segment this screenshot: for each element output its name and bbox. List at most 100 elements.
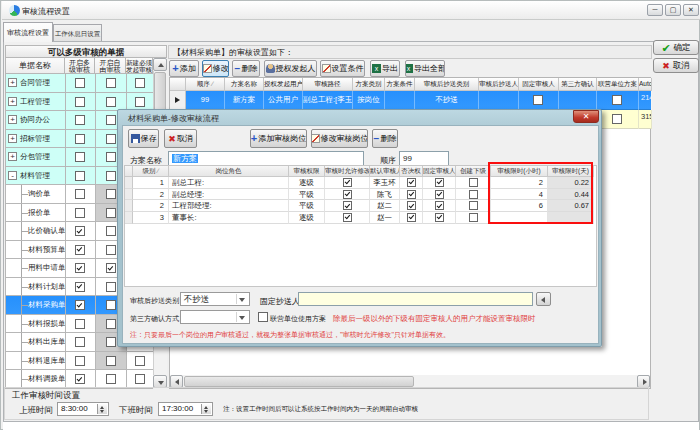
main-row-1-joint-checkbox[interactable] (612, 95, 622, 105)
minimize-button[interactable]: ─ (647, 4, 663, 16)
modal-grid-4-fixed-checkbox[interactable] (435, 213, 444, 222)
modal-grid-1-allow_edit-checkbox[interactable] (343, 178, 352, 187)
left-check-招标管理-2[interactable] (106, 134, 116, 144)
toolbar-delete-button[interactable]: −删除 (232, 60, 260, 77)
left-check-分包管理-1[interactable] (75, 152, 85, 162)
main-hscrollbar-thumb[interactable] (184, 376, 414, 387)
cc-type-combo[interactable]: 不抄送 (180, 292, 250, 306)
toolbar-set-condition-button[interactable]: 设置条件 (320, 60, 365, 77)
left-check-比价确认单-1[interactable] (75, 226, 85, 236)
main-col-4[interactable]: 审核路径 (303, 78, 353, 91)
toolbar-export-button[interactable]: x导出 (370, 60, 400, 77)
left-check-用料申请单-1[interactable] (75, 263, 85, 273)
cancel-button[interactable]: ✖取消 (653, 58, 699, 73)
left-check-询价单-1[interactable] (75, 189, 85, 199)
left-check-材料调拨单-2[interactable] (106, 374, 116, 384)
left-check-询价单-2[interactable] (106, 189, 116, 199)
left-check-材料管理-1[interactable] (75, 171, 85, 181)
left-check-材料采购单-1[interactable] (75, 300, 85, 310)
left-check-招标管理-1[interactable] (75, 134, 85, 144)
left-check-材料计划单-2[interactable] (106, 282, 116, 292)
modal-close-button[interactable]: ✕ (573, 110, 599, 123)
modal-grid-3-fixed-checkbox[interactable] (435, 201, 444, 210)
modal-grid-col-1[interactable]: 岗位角色 (169, 166, 289, 177)
start-time-spinner[interactable] (97, 404, 107, 414)
modal-grid-col-5[interactable]: 否决权 (400, 166, 423, 177)
left-check-材料调拨单-1[interactable] (75, 374, 85, 384)
plan-name-input[interactable]: 新方案 (168, 151, 364, 166)
left-check-报价单-1[interactable] (75, 208, 85, 218)
left-check-用料申请单-2[interactable] (106, 263, 116, 273)
modal-grid-col-2[interactable]: 审核权限 (289, 166, 325, 177)
main-row-2-joint-checkbox[interactable] (612, 114, 622, 124)
modal-grid-1-create_sub-checkbox[interactable] (469, 178, 478, 187)
tab-rest-days[interactable]: 工作休息日设置 (53, 24, 102, 42)
modal-grid-4-allow_edit-checkbox[interactable] (343, 213, 352, 222)
left-check-材料报损单-2[interactable] (106, 319, 116, 329)
expand-icon-材料管理[interactable]: - (8, 171, 17, 180)
left-check-材料退库单-2[interactable] (106, 356, 116, 366)
left-check-材料出库单-2[interactable] (106, 337, 116, 347)
left-check-材料预算单-1[interactable] (75, 245, 85, 255)
left-check-材料预算单-2[interactable] (106, 245, 116, 255)
third-party-combo[interactable] (180, 310, 250, 324)
modal-grid-col-4[interactable]: 默认审核人 (370, 166, 400, 177)
left-check-工程管理-3[interactable] (135, 97, 145, 107)
main-col-12[interactable]: Auto (639, 78, 652, 91)
modal-grid-4-veto-checkbox[interactable] (407, 213, 416, 222)
modal-grid-2-create_sub-checkbox[interactable] (469, 190, 478, 199)
modal-grid-3-veto-checkbox[interactable] (407, 201, 416, 210)
left-check-合同管理-1[interactable] (75, 78, 85, 88)
order-input[interactable]: 99 (399, 151, 449, 166)
main-col-10[interactable]: 第三方确认 (559, 78, 597, 91)
main-col-2[interactable]: 方案名称 (225, 78, 264, 91)
modal-add-post-button[interactable]: +添加审核岗位 (250, 129, 307, 148)
toolbar-add-button[interactable]: +添加 (169, 60, 199, 77)
expand-icon-协同办公[interactable]: + (8, 115, 17, 124)
modal-grid-1-veto-checkbox[interactable] (407, 178, 416, 187)
ok-button[interactable]: ✔确定 (653, 40, 699, 55)
main-col-0[interactable] (170, 78, 186, 91)
left-check-材料退库单-1[interactable] (75, 356, 85, 366)
start-time-input[interactable]: 8:30:00 (57, 402, 109, 416)
modal-save-button[interactable]: 保存 (128, 129, 159, 148)
modal-grid-3-create_sub-checkbox[interactable] (469, 201, 478, 210)
left-check-材料出库单-1[interactable] (75, 337, 85, 347)
left-scrollbar-up[interactable] (153, 58, 167, 71)
modal-grid-1-fixed-checkbox[interactable] (435, 178, 444, 187)
left-row-合同管理[interactable]: +合同管理 (6, 74, 153, 93)
left-check-材料计划单-1[interactable] (75, 282, 85, 292)
joint-checkbox[interactable] (258, 312, 268, 322)
main-col-7[interactable]: 审核后抄送类别 (415, 78, 479, 91)
toolbar-modify-button[interactable]: 修改 (202, 60, 229, 77)
left-check-材料退库单-3[interactable] (135, 356, 145, 366)
left-check-比价确认单-2[interactable] (106, 226, 116, 236)
left-check-协同办公-1[interactable] (75, 115, 85, 125)
expand-icon-工程管理[interactable]: + (8, 97, 17, 106)
main-col-1[interactable]: 顺序∕ (186, 78, 225, 91)
left-check-报价单-2[interactable] (106, 208, 116, 218)
modal-grid-col-3[interactable]: 审核时允许修改 (325, 166, 370, 177)
modal-grid-3-allow_edit-checkbox[interactable] (343, 201, 352, 210)
left-row-材料退库单[interactable]: 材料退库单 (6, 352, 153, 371)
maximize-button[interactable]: ▢ (665, 4, 681, 16)
modal-grid-col-0[interactable]: 级别∕ (133, 166, 169, 177)
main-col-3[interactable]: 授权发起用户 (264, 78, 303, 91)
modal-grid-2-fixed-checkbox[interactable] (435, 190, 444, 199)
toolbar-grant-initiator-button[interactable]: 授权发起人 (264, 60, 317, 77)
left-row-材料调拨单[interactable]: 材料调拨单 (6, 370, 153, 389)
expand-icon-招标管理[interactable]: + (8, 134, 17, 143)
expand-icon-合同管理[interactable]: + (8, 78, 17, 87)
modal-delete-post-button[interactable]: −删除 (372, 129, 398, 148)
main-col-11[interactable]: 联营单位方案 (597, 78, 639, 91)
main-row-1[interactable]: 99新方案公共用户副总工程:[李玉按岗位不抄送214 (170, 91, 651, 110)
expand-icon-分包管理[interactable]: + (8, 152, 17, 161)
toolbar-export-all-button[interactable]: x导出全部 (405, 60, 445, 77)
left-check-协同办公-2[interactable] (106, 115, 116, 125)
modal-grid-4-create_sub-checkbox[interactable] (469, 213, 478, 222)
main-col-6[interactable]: 方案条件 (385, 78, 415, 91)
tab-audit-process[interactable]: 审核流程设置 (3, 22, 53, 42)
left-check-材料调拨单-3[interactable] (135, 374, 145, 384)
end-time-input[interactable]: 17:30:00 (158, 402, 213, 416)
left-check-合同管理-2[interactable] (106, 78, 116, 88)
